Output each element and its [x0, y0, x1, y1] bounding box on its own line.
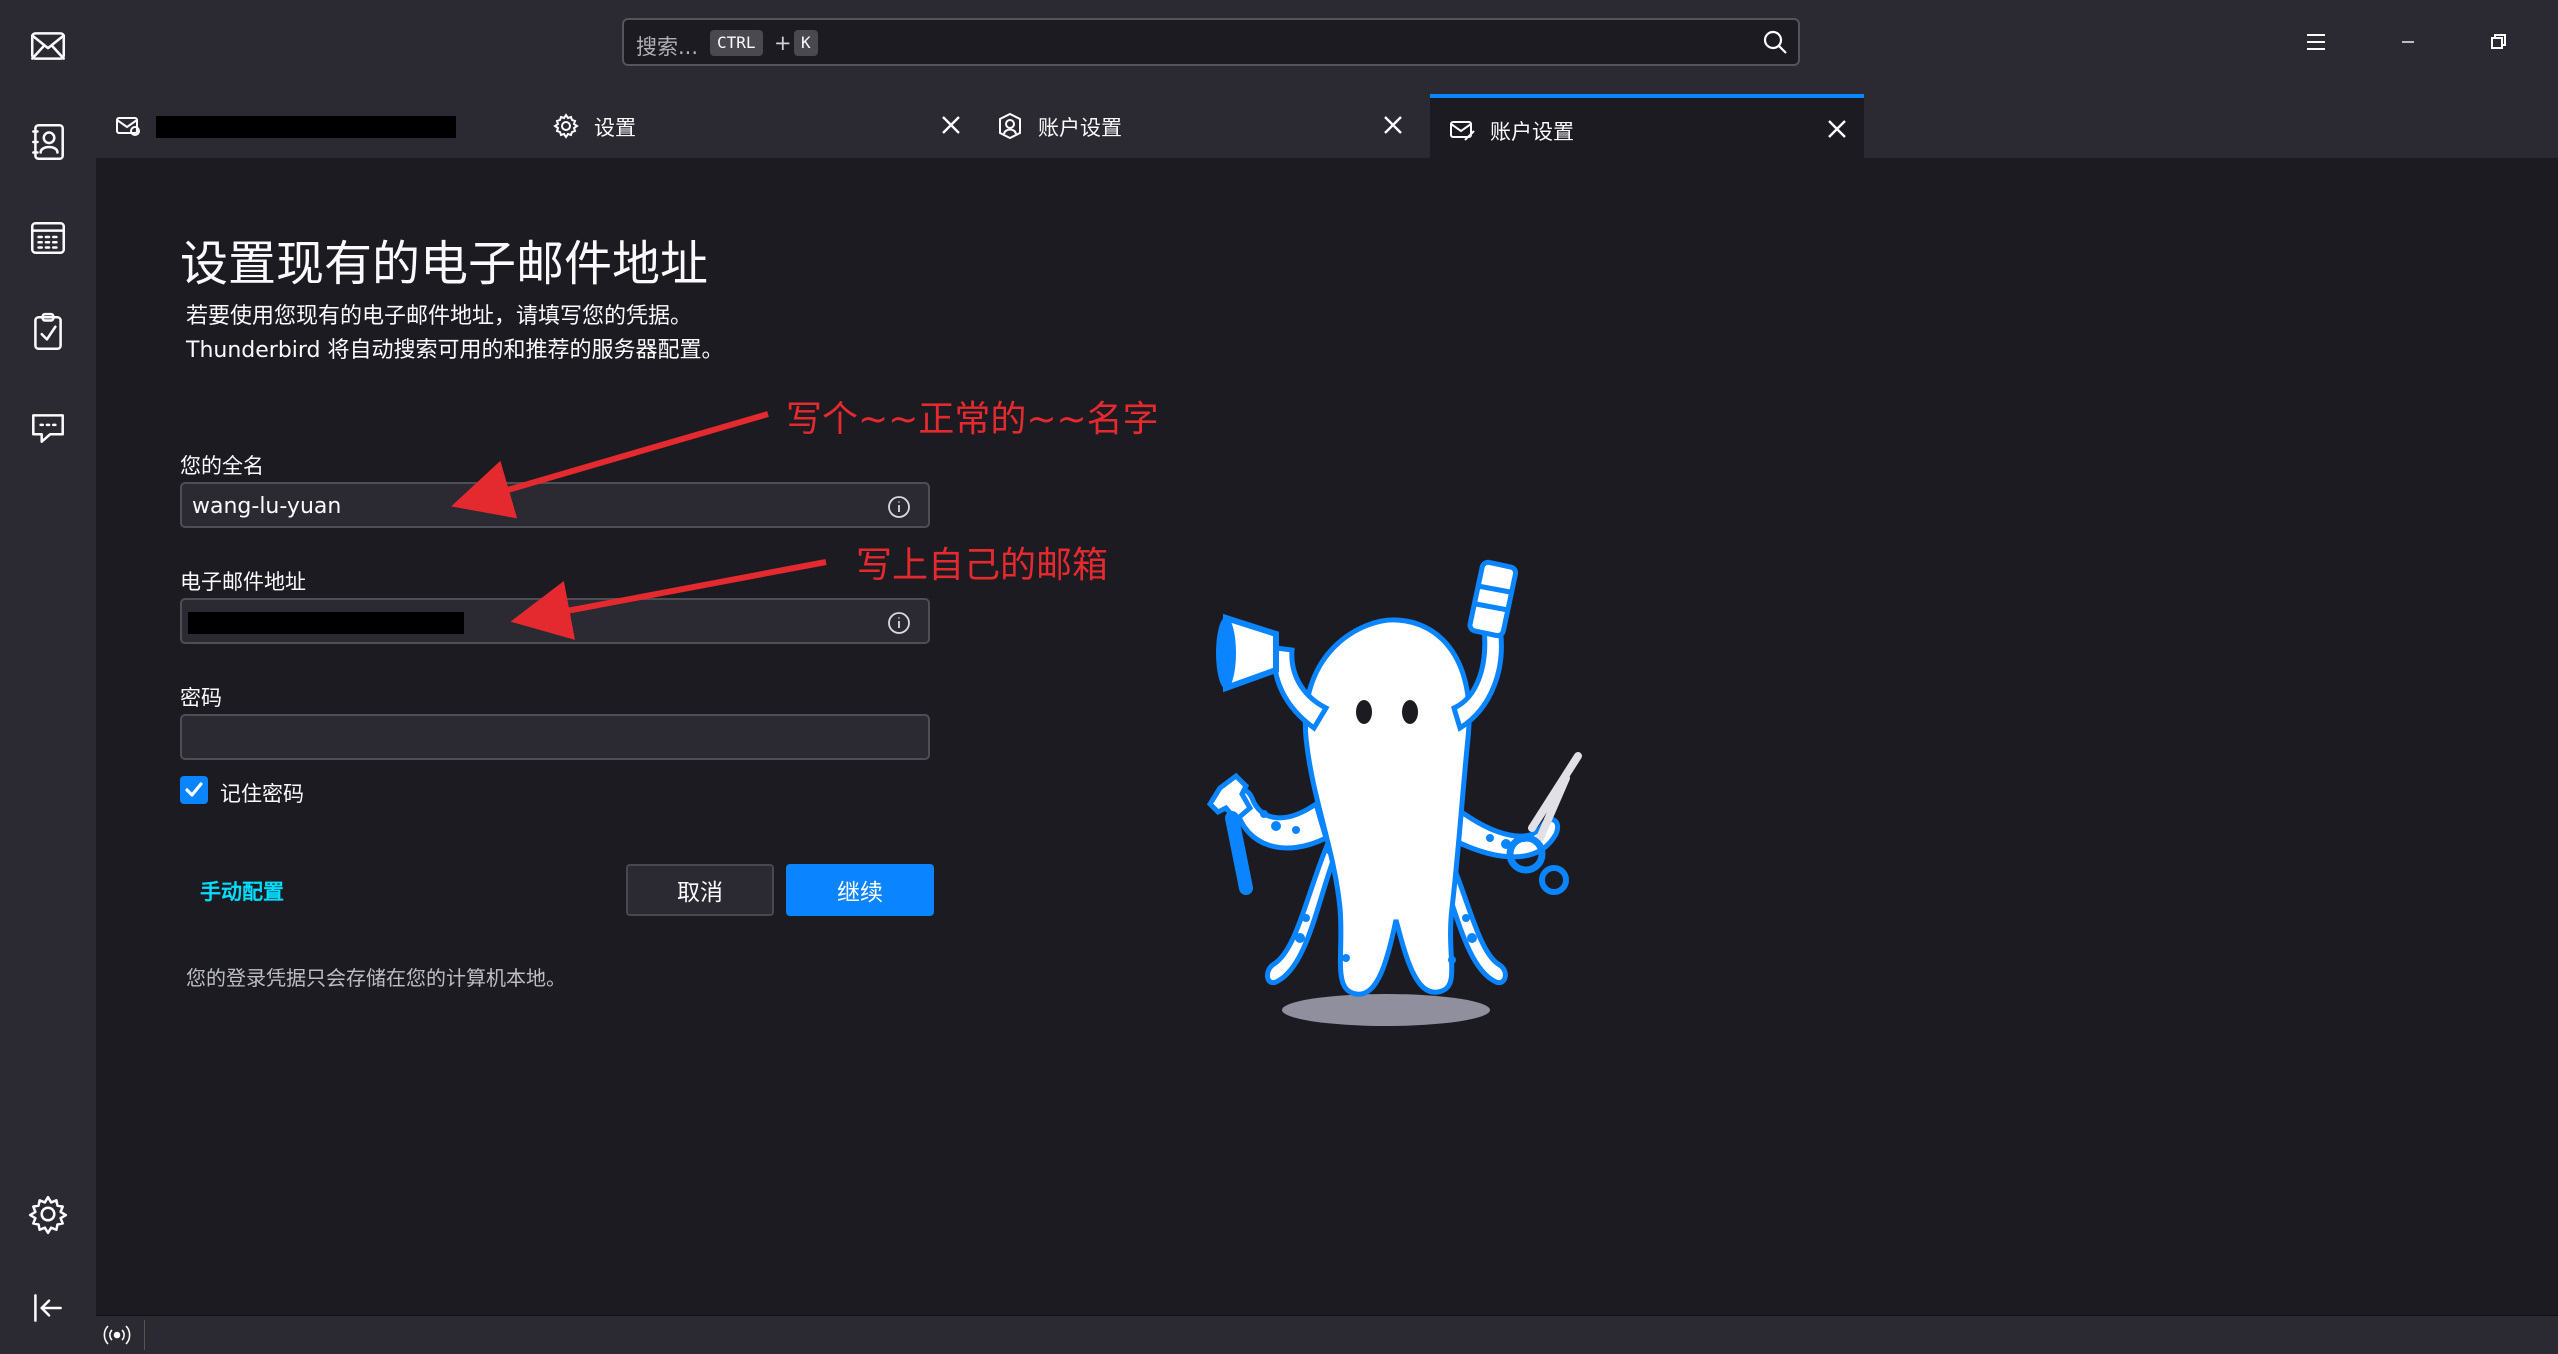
manual-config-link[interactable]: 手动配置 [200, 876, 284, 906]
annotation-name-hint: 写个~~正常的~~名字 [786, 399, 1159, 440]
mail-icon[interactable] [18, 16, 78, 76]
tab-settings[interactable]: 设置 [534, 94, 978, 158]
annotation-email-hint: 写上自己的邮箱 [856, 545, 1109, 586]
password-field[interactable] [180, 714, 930, 760]
full-name-field[interactable]: wang-lu-yuan [180, 482, 930, 528]
tab-account-setup-active[interactable]: 账户设置 [1430, 94, 1864, 158]
status-divider [144, 1320, 145, 1350]
close-tab-button[interactable] [936, 110, 966, 140]
shortcut-plus: + [774, 31, 792, 55]
search-icon[interactable] [1760, 27, 1790, 57]
close-icon [942, 116, 960, 134]
restore-icon [2491, 34, 2506, 49]
minimize-icon [2402, 41, 2414, 43]
minimize-button[interactable] [2378, 14, 2438, 70]
gear-icon[interactable] [18, 1184, 78, 1244]
remember-password-checkbox[interactable] [180, 776, 208, 804]
credentials-note: 您的登录凭据只会存储在您的计算机本地。 [186, 966, 566, 990]
cancel-button[interactable]: 取消 [626, 864, 774, 916]
octopus-mascot-illustration [1206, 559, 1582, 1026]
email-field[interactable] [180, 598, 930, 644]
spaces-toolbar [0, 0, 96, 1354]
info-icon[interactable] [886, 610, 912, 636]
k-key-badge: K [794, 30, 818, 56]
close-icon [1828, 120, 1846, 138]
app-menu-button[interactable] [2286, 14, 2346, 70]
collapse-icon[interactable] [18, 1278, 78, 1338]
tab-label: 账户设置 [1038, 116, 1122, 140]
continue-button[interactable]: 继续 [786, 864, 934, 916]
tab-account-settings[interactable]: 账户设置 [978, 94, 1420, 158]
check-icon [185, 782, 203, 797]
tab-label: 账户设置 [1490, 120, 1574, 144]
intro-line-1: 若要使用您现有的电子邮件地址，请填写您的凭据。 [186, 304, 693, 329]
mail-edit-icon [1448, 116, 1476, 144]
close-icon [1384, 116, 1402, 134]
redacted-email [188, 612, 464, 634]
page-title: 设置现有的电子邮件地址 [180, 236, 709, 292]
account-setup-page: 设置现有的电子邮件地址 若要使用您现有的电子邮件地址，请填写您的凭据。 Thun… [96, 158, 2558, 1316]
redacted-account-name [156, 116, 456, 138]
info-icon[interactable] [886, 494, 912, 520]
remember-password-label: 记住密码 [220, 782, 304, 806]
restore-button[interactable] [2468, 14, 2528, 70]
gear-icon [552, 112, 580, 140]
tasks-icon[interactable] [18, 302, 78, 362]
calendar-icon[interactable] [18, 208, 78, 268]
tab-label: 设置 [594, 116, 636, 140]
close-tab-button[interactable] [1822, 114, 1852, 144]
mail-account-icon [114, 112, 142, 140]
close-tab-button[interactable] [1378, 110, 1408, 140]
status-bar [96, 1315, 2558, 1354]
account-icon [996, 112, 1024, 140]
search-input[interactable]: 搜索... CTRL + K [622, 18, 1800, 66]
tab-bar: 设置 账户设置 账户设置 [96, 86, 2558, 159]
ctrl-key-badge: CTRL [710, 30, 763, 56]
title-bar: 搜索... CTRL + K [96, 0, 2558, 86]
tab-mail[interactable] [96, 94, 534, 158]
full-name-label: 您的全名 [180, 454, 264, 478]
online-status-icon[interactable] [102, 1320, 132, 1350]
password-label: 密码 [180, 686, 222, 710]
chat-icon[interactable] [18, 398, 78, 458]
address-book-icon[interactable] [18, 112, 78, 172]
full-name-value: wang-lu-yuan [192, 494, 342, 519]
search-placeholder: 搜索... [636, 35, 699, 59]
email-label: 电子邮件地址 [180, 570, 306, 594]
intro-line-2: Thunderbird 将自动搜索可用的和推荐的服务器配置。 [186, 338, 724, 363]
hamburger-icon [2307, 34, 2325, 50]
